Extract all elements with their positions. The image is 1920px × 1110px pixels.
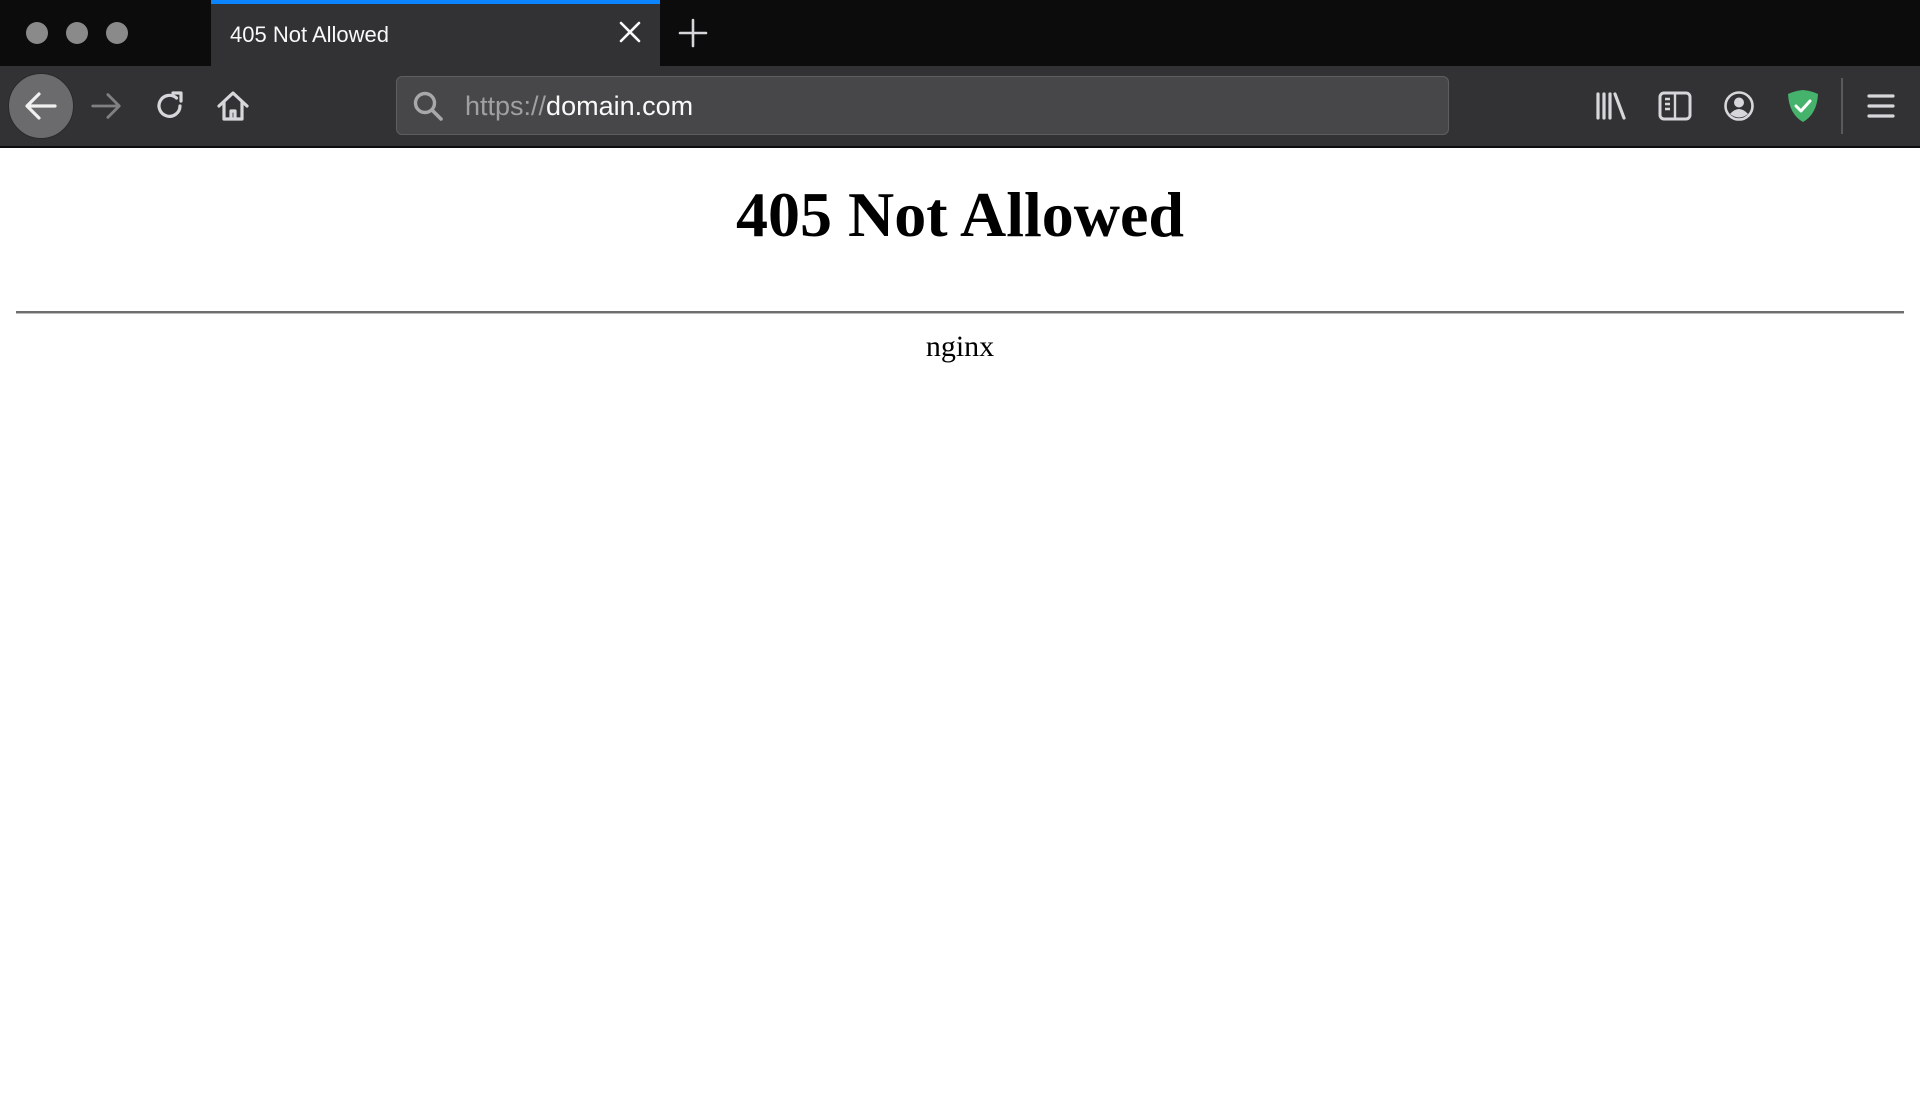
window-close-button[interactable] [26,22,48,44]
search-icon [413,91,443,121]
forward-button[interactable] [80,80,132,132]
url-scheme: https:// [465,91,547,121]
sidebar-button[interactable] [1653,84,1697,128]
home-button[interactable] [207,80,259,132]
url-text[interactable]: https://domain.com [465,91,693,122]
adguard-extension-button[interactable] [1781,84,1825,128]
nav-toolbar: https://domain.com [0,66,1920,148]
shield-check-icon [1788,90,1818,122]
tab-active-indicator [211,0,660,4]
reload-icon [157,91,183,118]
account-icon [1724,91,1754,121]
arrow-left-icon [25,92,57,120]
tab-close-button[interactable] [616,18,644,46]
window-zoom-button[interactable] [106,22,128,44]
home-icon [217,91,249,121]
page-heading: 405 Not Allowed [736,179,1184,250]
close-icon [619,21,641,43]
menu-button[interactable] [1859,84,1903,128]
horizontal-rule [16,311,1904,314]
account-button[interactable] [1717,84,1761,128]
toolbar-separator [1841,78,1843,134]
window-minimize-button[interactable] [66,22,88,44]
arrow-right-icon [91,93,121,119]
sidebar-icon [1658,91,1692,121]
url-host: domain.com [546,91,694,121]
tab-active[interactable]: 405 Not Allowed [211,0,660,66]
library-icon [1596,92,1626,120]
new-tab-button[interactable] [678,18,708,48]
library-button[interactable] [1589,84,1633,128]
url-bar[interactable]: https://domain.com [396,76,1449,135]
tab-title: 405 Not Allowed [230,22,389,47]
server-name: nginx [925,330,995,363]
back-button[interactable] [8,73,74,139]
reload-button[interactable] [144,80,196,132]
plus-icon [678,18,708,48]
title-bar: 405 Not Allowed [0,0,1920,66]
hamburger-menu-icon [1867,94,1895,118]
